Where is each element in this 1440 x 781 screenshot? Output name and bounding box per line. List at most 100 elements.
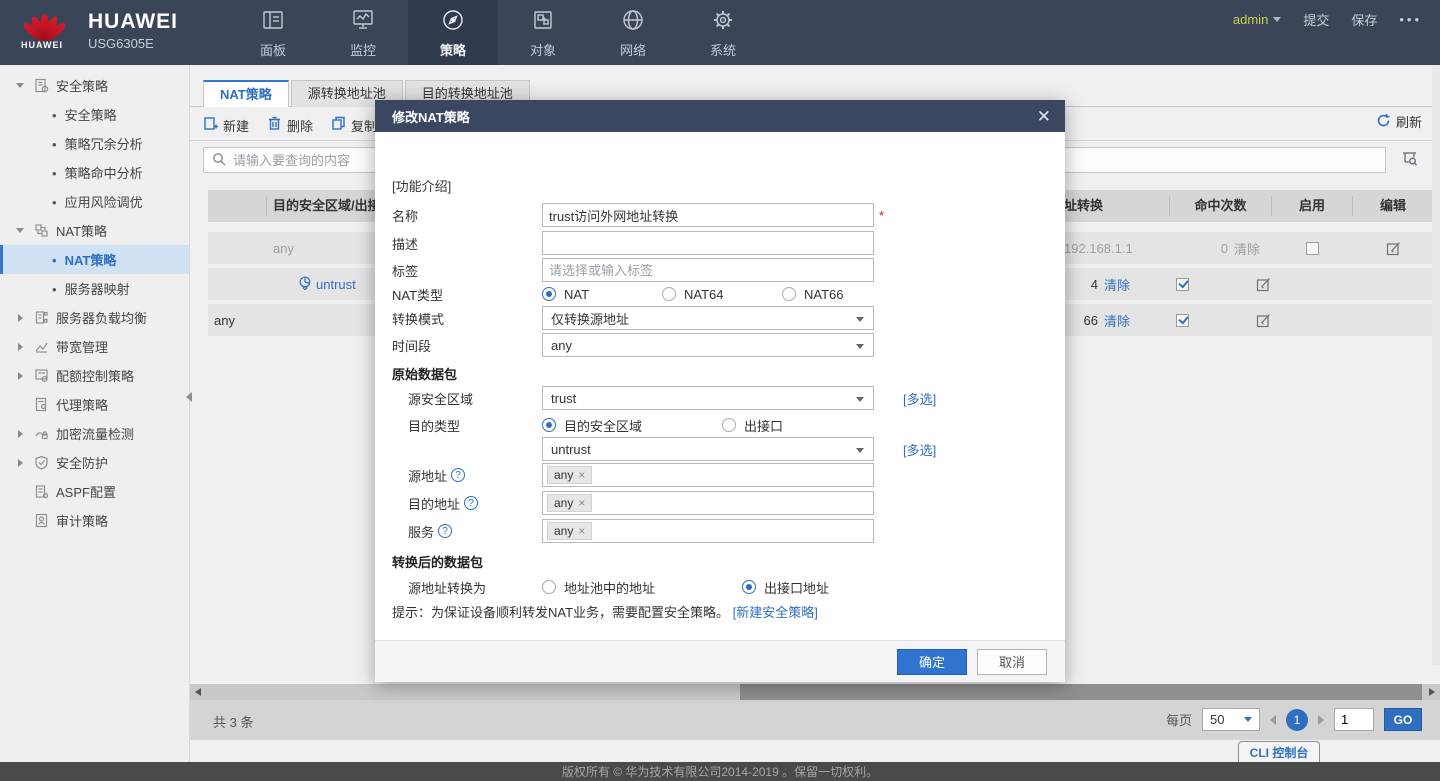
sidebar-group-slb[interactable]: 服务器负载均衡 bbox=[0, 303, 189, 332]
delete-button[interactable]: 删除 bbox=[267, 116, 313, 135]
tree-expand-icon[interactable] bbox=[14, 228, 26, 233]
nav-monitor[interactable]: 监控 bbox=[318, 0, 408, 65]
snat-interface-radio[interactable]: 出接口地址 bbox=[742, 578, 829, 597]
tree-collapsed-icon[interactable] bbox=[14, 343, 26, 351]
sidebar-item-policy-redundancy[interactable]: 策略冗余分析 bbox=[0, 129, 189, 158]
next-page-icon[interactable] bbox=[1318, 715, 1324, 725]
sidebar-item-audit-policy[interactable]: 审计策略 bbox=[0, 506, 189, 535]
ok-button[interactable]: 确定 bbox=[897, 649, 967, 675]
description-input[interactable] bbox=[542, 231, 874, 255]
per-page-select[interactable]: 50 bbox=[1202, 708, 1260, 731]
help-icon[interactable]: ? bbox=[464, 496, 478, 510]
dest-zone-link[interactable]: untrust bbox=[298, 276, 356, 293]
time-range-select[interactable]: any bbox=[542, 333, 874, 357]
tree-collapsed-icon[interactable] bbox=[14, 459, 26, 467]
sidebar-item-aspf-config[interactable]: ASPF配置 bbox=[0, 477, 189, 506]
sidebar-group-security-policy[interactable]: 安全策略 bbox=[0, 71, 189, 100]
clear-hits-link[interactable]: 清除 bbox=[1104, 311, 1130, 330]
col-enable[interactable]: 启用 bbox=[1272, 196, 1353, 216]
chip-remove-icon[interactable]: × bbox=[578, 496, 585, 510]
audit-policy-icon bbox=[34, 513, 49, 528]
vertical-scrollbar[interactable] bbox=[1432, 65, 1440, 665]
enable-checkbox[interactable] bbox=[1176, 278, 1189, 291]
dest-zone-select[interactable]: untrust bbox=[542, 437, 874, 461]
nat-type-nat-radio[interactable]: NAT bbox=[542, 287, 662, 302]
dest-zone-multi-link[interactable]: [多选] bbox=[903, 440, 936, 459]
enable-checkbox[interactable] bbox=[1176, 314, 1189, 327]
submit-button[interactable]: 提交 bbox=[1303, 10, 1329, 29]
snat-pool-radio[interactable]: 地址池中的地址 bbox=[542, 578, 742, 597]
sidebar-group-bandwidth[interactable]: 带宽管理 bbox=[0, 332, 189, 361]
go-button[interactable]: GO bbox=[1384, 708, 1422, 731]
nat-type-nat66-radio[interactable]: NAT66 bbox=[782, 287, 844, 302]
nav-policy[interactable]: 策略 bbox=[408, 0, 498, 65]
src-zone-select[interactable]: trust bbox=[542, 386, 874, 410]
edit-icon[interactable] bbox=[1256, 277, 1271, 292]
dst-address-field[interactable]: any× bbox=[542, 491, 874, 515]
dest-type-interface-radio[interactable]: 出接口 bbox=[722, 416, 783, 435]
name-input[interactable] bbox=[542, 203, 874, 227]
dialog-header[interactable]: 修改NAT策略 ✕ bbox=[375, 100, 1065, 132]
nav-network[interactable]: 网络 bbox=[588, 0, 678, 65]
sidebar-group-nat-policy[interactable]: NAT策略 bbox=[0, 216, 189, 245]
scrollbar-thumb[interactable] bbox=[740, 684, 1422, 700]
cli-console-button[interactable]: CLI 控制台 bbox=[1238, 741, 1320, 762]
tree-expand-icon[interactable] bbox=[14, 83, 26, 88]
new-security-policy-link[interactable]: [新建安全策略] bbox=[733, 605, 818, 620]
close-icon[interactable]: ✕ bbox=[1037, 108, 1051, 125]
clear-hits-link[interactable]: 清除 bbox=[1234, 239, 1260, 258]
col-hits[interactable]: 命中次数 bbox=[1170, 196, 1272, 216]
advanced-search-button[interactable] bbox=[1396, 148, 1422, 172]
sidebar-group-security-protection[interactable]: 安全防护 bbox=[0, 448, 189, 477]
service-field[interactable]: any× bbox=[542, 519, 874, 543]
radio-icon bbox=[742, 580, 756, 594]
edit-icon[interactable] bbox=[1386, 241, 1401, 256]
clear-hits-link[interactable]: 清除 bbox=[1104, 275, 1130, 294]
tag-input[interactable] bbox=[542, 258, 874, 282]
more-menu-button[interactable]: ••• bbox=[1399, 12, 1422, 27]
col-edit[interactable]: 编辑 bbox=[1353, 196, 1433, 216]
current-page-badge[interactable]: 1 bbox=[1286, 709, 1308, 731]
sidebar-item-proxy-policy[interactable]: 代理策略 bbox=[0, 390, 189, 419]
nav-object[interactable]: 对象 bbox=[498, 0, 588, 65]
tree-collapsed-icon[interactable] bbox=[14, 430, 26, 438]
feature-intro-link[interactable]: [功能介绍] bbox=[392, 176, 451, 195]
chip-remove-icon[interactable]: × bbox=[578, 468, 585, 482]
mode-select[interactable]: 仅转换源地址 bbox=[542, 306, 874, 330]
sidebar-collapse-handle[interactable] bbox=[186, 392, 192, 402]
admin-menu[interactable]: admin bbox=[1233, 12, 1281, 27]
dest-type-zone-radio[interactable]: 目的安全区域 bbox=[542, 416, 722, 435]
nav-dashboard[interactable]: 面板 bbox=[228, 0, 318, 65]
scroll-right-arrow-icon[interactable] bbox=[1429, 688, 1435, 696]
name-label: 名称 bbox=[392, 206, 542, 225]
tree-collapsed-icon[interactable] bbox=[14, 372, 26, 380]
chip-remove-icon[interactable]: × bbox=[578, 524, 585, 538]
cancel-button[interactable]: 取消 bbox=[977, 649, 1047, 675]
src-address-field[interactable]: any× bbox=[542, 463, 874, 487]
copy-button[interactable]: 复制 bbox=[331, 116, 377, 135]
sidebar-item-nat-policy[interactable]: NAT策略 bbox=[0, 245, 189, 274]
sidebar-item-security-policy[interactable]: 安全策略 bbox=[0, 100, 189, 129]
help-icon[interactable]: ? bbox=[451, 468, 465, 482]
nat-type-nat64-radio[interactable]: NAT64 bbox=[662, 287, 782, 302]
sidebar-item-app-risk-tuning[interactable]: 应用风险调优 bbox=[0, 187, 189, 216]
sidebar-group-encrypted-traffic[interactable]: 加密流量检测 bbox=[0, 419, 189, 448]
scroll-left-arrow-icon[interactable] bbox=[195, 688, 201, 696]
src-zone-multi-link[interactable]: [多选] bbox=[903, 389, 936, 408]
save-button[interactable]: 保存 bbox=[1351, 10, 1377, 29]
sidebar-item-policy-hit-analysis[interactable]: 策略命中分析 bbox=[0, 158, 189, 187]
new-button[interactable]: 新建 bbox=[203, 116, 249, 135]
goto-page-input[interactable] bbox=[1334, 708, 1374, 731]
sidebar-item-server-mapping[interactable]: 服务器映射 bbox=[0, 274, 189, 303]
horizontal-scrollbar[interactable] bbox=[190, 684, 1440, 700]
tab-nat-policy[interactable]: NAT策略 bbox=[203, 80, 289, 107]
nav-system[interactable]: 系统 bbox=[678, 0, 768, 65]
refresh-button[interactable]: 刷新 bbox=[1376, 112, 1422, 131]
edit-icon[interactable] bbox=[1256, 313, 1271, 328]
help-icon[interactable]: ? bbox=[438, 524, 452, 538]
tree-collapsed-icon[interactable] bbox=[14, 314, 26, 322]
prev-page-icon[interactable] bbox=[1270, 715, 1276, 725]
sidebar-group-quota[interactable]: 配额控制策略 bbox=[0, 361, 189, 390]
logo-wordmark: HUAWEI bbox=[12, 40, 72, 50]
enable-checkbox[interactable] bbox=[1306, 242, 1319, 255]
